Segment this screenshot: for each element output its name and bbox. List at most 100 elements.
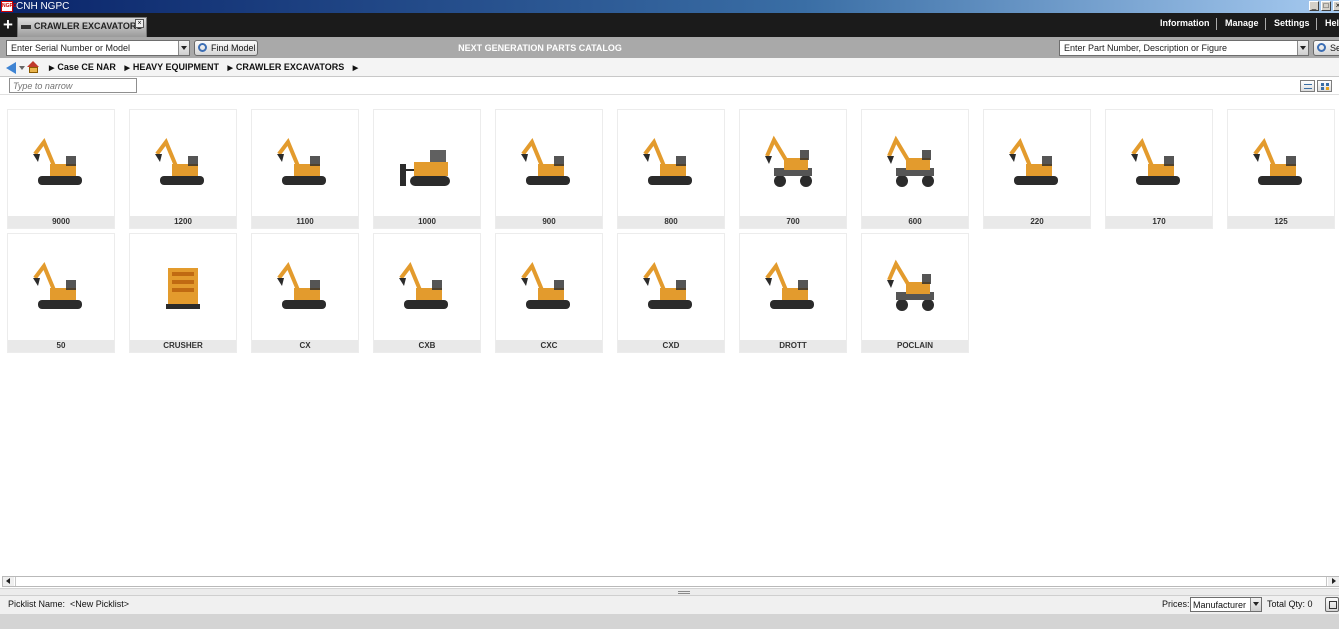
horizontal-scrollbar[interactable] <box>2 576 1339 587</box>
scroll-right-icon[interactable] <box>1328 577 1339 586</box>
excavator-icon[interactable] <box>496 110 602 216</box>
excavator-icon[interactable] <box>740 234 846 340</box>
model-search-input[interactable]: Enter Serial Number or Model <box>11 43 130 53</box>
tab-crawler-excavators[interactable]: CRAWLER EXCAVATORS × <box>17 17 147 37</box>
model-label[interactable]: 170 <box>1106 216 1212 228</box>
model-label[interactable]: CXD <box>618 340 724 352</box>
panel-splitter[interactable] <box>0 588 1339 595</box>
model-label[interactable]: 900 <box>496 216 602 228</box>
tile-view-button[interactable] <box>1317 80 1332 92</box>
model-tile[interactable]: 50 <box>7 233 115 353</box>
model-tile[interactable]: 1200 <box>129 109 237 229</box>
model-tile[interactable]: CRUSHER <box>129 233 237 353</box>
model-label[interactable]: CX <box>252 340 358 352</box>
find-model-label: Find Model <box>211 43 256 53</box>
model-tile[interactable]: CX <box>251 233 359 353</box>
list-view-button[interactable] <box>1300 80 1315 92</box>
wheeled-excavator-icon[interactable] <box>862 110 968 216</box>
chevron-down-icon[interactable] <box>1250 598 1261 611</box>
excavator-icon[interactable] <box>8 110 114 216</box>
model-label[interactable]: 700 <box>740 216 846 228</box>
menu-information[interactable]: Information <box>1160 18 1210 28</box>
model-search-combo[interactable]: Enter Serial Number or Model <box>6 40 190 56</box>
model-tile[interactable]: 125 <box>1227 109 1335 229</box>
model-label[interactable]: 9000 <box>8 216 114 228</box>
crusher-icon[interactable] <box>130 234 236 340</box>
excavator-icon[interactable] <box>618 110 724 216</box>
model-tile[interactable]: 800 <box>617 109 725 229</box>
close-tab-icon[interactable]: × <box>135 19 144 28</box>
search-button[interactable]: Search <box>1313 40 1339 56</box>
model-label[interactable]: 1200 <box>130 216 236 228</box>
part-search-combo[interactable]: Enter Part Number, Description or Figure <box>1059 40 1309 56</box>
picklist-name-label: Picklist Name: <box>8 599 66 609</box>
model-tile[interactable]: 9000 <box>7 109 115 229</box>
part-search-input[interactable]: Enter Part Number, Description or Figure <box>1064 43 1227 53</box>
excavator-icon[interactable] <box>496 234 602 340</box>
chevron-right-icon[interactable]: ▶ <box>353 65 358 72</box>
model-tile[interactable]: CXD <box>617 233 725 353</box>
model-label[interactable]: DROTT <box>740 340 846 352</box>
window-title: CNH NGPC <box>16 1 70 12</box>
model-label[interactable]: CXC <box>496 340 602 352</box>
model-label[interactable]: POCLAIN <box>862 340 968 352</box>
model-tile[interactable]: CXB <box>373 233 481 353</box>
excavator-icon[interactable] <box>252 234 358 340</box>
new-tab-icon[interactable]: + <box>3 14 13 36</box>
model-tile[interactable]: 220 <box>983 109 1091 229</box>
excavator-icon[interactable] <box>984 110 1090 216</box>
minimize-icon[interactable]: _ <box>1309 1 1319 11</box>
model-tile[interactable]: 700 <box>739 109 847 229</box>
wheeled-excavator-icon[interactable] <box>740 110 846 216</box>
model-tile[interactable]: CXC <box>495 233 603 353</box>
excavator-icon[interactable] <box>618 234 724 340</box>
model-label[interactable]: CRUSHER <box>130 340 236 352</box>
wheeled-excavator-icon[interactable] <box>862 234 968 340</box>
model-label[interactable]: 125 <box>1228 216 1334 228</box>
narrow-filter-input[interactable] <box>9 78 137 93</box>
dozer-icon[interactable] <box>374 110 480 216</box>
model-tile[interactable]: 900 <box>495 109 603 229</box>
chevron-right-icon: ▶ <box>124 65 130 72</box>
excavator-icon[interactable] <box>130 110 236 216</box>
scroll-left-icon[interactable] <box>3 577 14 586</box>
model-label[interactable]: CXB <box>374 340 480 352</box>
maximize-icon[interactable]: □ <box>1321 1 1331 11</box>
scroll-thumb[interactable] <box>15 577 1327 586</box>
home-icon[interactable] <box>27 61 40 73</box>
model-label[interactable]: 50 <box>8 340 114 352</box>
menu-help[interactable]: Help <box>1325 18 1339 28</box>
breadcrumb-case-ce-nar[interactable]: Case CE NAR <box>57 62 116 72</box>
back-arrow-icon[interactable] <box>6 62 16 74</box>
breadcrumb-bar: ▶ Case CE NAR ▶ HEAVY EQUIPMENT ▶ CRAWLER E… <box>0 58 1339 77</box>
find-model-button[interactable]: Find Model <box>194 40 258 56</box>
model-label[interactable]: 1000 <box>374 216 480 228</box>
model-label[interactable]: 600 <box>862 216 968 228</box>
model-tile[interactable]: DROTT <box>739 233 847 353</box>
chevron-down-icon[interactable] <box>1297 41 1308 55</box>
excavator-icon[interactable] <box>374 234 480 340</box>
model-tile[interactable]: 1000 <box>373 109 481 229</box>
menu-settings[interactable]: Settings <box>1274 18 1310 28</box>
model-label[interactable]: 220 <box>984 216 1090 228</box>
picklist-name-value[interactable]: <New Picklist> <box>70 599 129 609</box>
excavator-icon[interactable] <box>1228 110 1334 216</box>
close-window-icon[interactable]: × <box>1333 1 1339 11</box>
excavator-icon[interactable] <box>252 110 358 216</box>
model-tile[interactable]: 1100 <box>251 109 359 229</box>
excavator-icon[interactable] <box>8 234 114 340</box>
prices-select[interactable]: Manufacturer <box>1190 597 1262 612</box>
model-tile[interactable]: POCLAIN <box>861 233 969 353</box>
history-dropdown-icon[interactable] <box>19 66 25 70</box>
breadcrumb-crawler-excavators[interactable]: CRAWLER EXCAVATORS <box>236 62 344 72</box>
excavator-icon[interactable] <box>1106 110 1212 216</box>
model-tile[interactable]: 170 <box>1105 109 1213 229</box>
picklist-window-button[interactable] <box>1325 597 1339 612</box>
model-label[interactable]: 1100 <box>252 216 358 228</box>
menu-manage[interactable]: Manage <box>1225 18 1259 28</box>
model-tile[interactable]: 600 <box>861 109 969 229</box>
search-toolbar: Enter Serial Number or Model Find Model … <box>0 37 1339 58</box>
chevron-down-icon[interactable] <box>178 41 189 55</box>
breadcrumb-heavy-equipment[interactable]: HEAVY EQUIPMENT <box>133 62 219 72</box>
model-label[interactable]: 800 <box>618 216 724 228</box>
